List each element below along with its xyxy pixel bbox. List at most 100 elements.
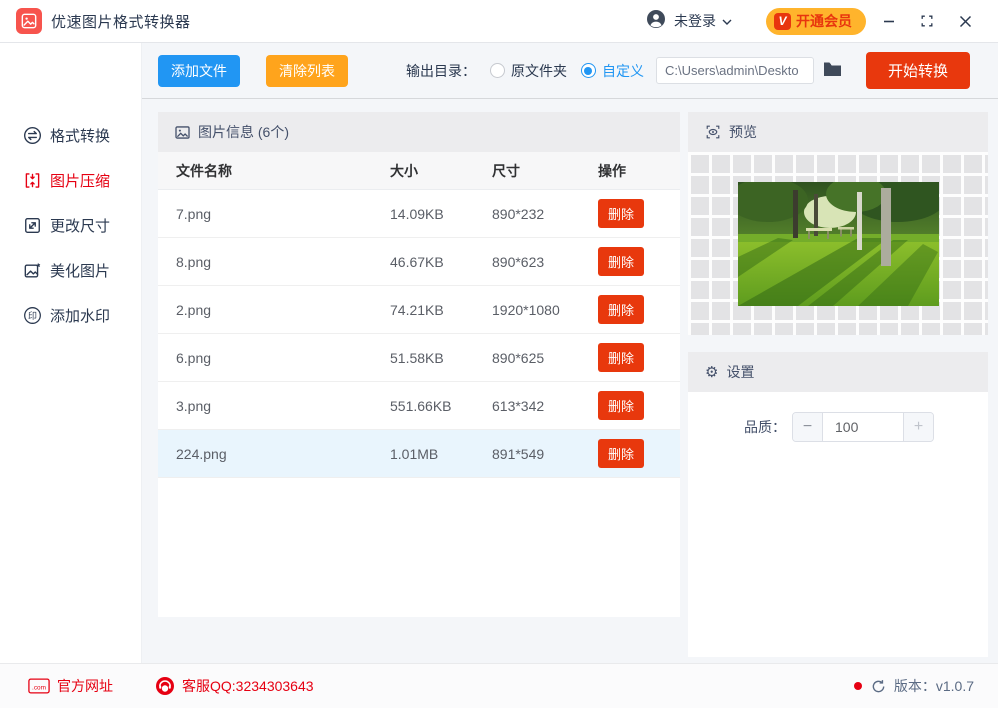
file-size-cell: 51.58KB: [390, 349, 444, 366]
file-dims-cell: 890*232: [492, 205, 545, 222]
account-menu[interactable]: 未登录: [646, 9, 732, 34]
output-path-input[interactable]: [655, 57, 814, 84]
preview-header: 预览: [688, 112, 988, 152]
quality-input[interactable]: [823, 413, 903, 441]
customer-service-label: 客服QQ:3234303643: [182, 678, 314, 694]
watermark-icon: 印: [23, 306, 42, 325]
file-name-cell: 6.png: [176, 349, 212, 366]
sidebar-item-format-convert[interactable]: 格式转换: [0, 113, 141, 158]
sidebar-item-label: 添加水印: [50, 308, 111, 325]
official-website-link[interactable]: .com 官方网址: [28, 676, 113, 696]
file-name-cell: 7.png: [176, 205, 212, 222]
table-row[interactable]: 3.png 551.66KB 613*342 删除: [158, 382, 680, 430]
vip-label: 开通会员: [796, 13, 852, 29]
sidebar-item-label: 美化图片: [50, 263, 111, 280]
add-files-button[interactable]: 添加文件: [158, 54, 240, 87]
gear-icon: ⚙: [705, 364, 719, 381]
sidebar-nav: 格式转换 图片压缩 更改尺寸 美化图片 印 添加水印: [0, 43, 142, 663]
login-status-label: 未登录: [674, 13, 716, 29]
quality-decrease-button[interactable]: −: [793, 413, 823, 441]
file-name-cell: 224.png: [176, 445, 227, 462]
maximize-button[interactable]: [912, 6, 942, 36]
quality-stepper: − +: [792, 412, 934, 442]
settings-body: 品质： − +: [688, 392, 988, 657]
clear-list-button[interactable]: 清除列表: [266, 54, 348, 87]
col-dims: 尺寸: [492, 162, 520, 179]
sidebar-item-resize[interactable]: 更改尺寸: [0, 203, 141, 248]
radio-original-label: 原文件夹: [510, 62, 567, 79]
open-vip-button[interactable]: V 开通会员: [766, 7, 866, 35]
radio-custom-folder[interactable]: 自定义: [580, 61, 644, 81]
table-row[interactable]: 2.png 74.21KB 1920*1080 删除: [158, 286, 680, 334]
delete-button[interactable]: 删除: [598, 343, 645, 372]
preview-title: 预览: [729, 124, 757, 140]
delete-button[interactable]: 删除: [598, 199, 645, 228]
user-avatar-icon: [646, 9, 666, 34]
file-size-cell: 14.09KB: [390, 205, 444, 222]
browse-folder-button[interactable]: [823, 61, 842, 80]
status-bar: .com 官方网址 客服QQ:3234303643 版本：v1.0.7: [0, 663, 998, 708]
preview-settings-panel: 预览 ⚙ 设置 品质： − 100 +: [688, 112, 988, 663]
app-title: 优速图片格式转换器: [51, 13, 191, 31]
sidebar-item-image-compress[interactable]: 图片压缩: [0, 158, 141, 203]
file-list-panel: 图片信息 (6个) 文件名称 大小 尺寸 操作 7.png 14.09KB 89…: [158, 112, 680, 663]
sidebar-item-label: 更改尺寸: [50, 218, 111, 235]
svg-text:印: 印: [28, 310, 37, 321]
preview-canvas: [688, 152, 988, 335]
resize-icon: [23, 216, 42, 235]
sidebar-item-beautify[interactable]: 美化图片: [0, 248, 141, 293]
file-dims-cell: 890*623: [492, 253, 545, 270]
col-action: 操作: [598, 162, 626, 179]
app-logo-icon: [16, 8, 42, 34]
file-list-title: 图片信息 (6个): [198, 124, 289, 140]
radio-original-folder[interactable]: 原文件夹: [489, 61, 567, 81]
delete-button[interactable]: 删除: [598, 247, 645, 276]
delete-button[interactable]: 删除: [598, 295, 645, 324]
file-name-cell: 2.png: [176, 301, 212, 318]
radio-custom-label: 自定义: [601, 62, 644, 79]
picture-icon: [175, 125, 190, 139]
radio-checked-icon: [580, 63, 596, 78]
refresh-icon[interactable]: [871, 679, 886, 694]
preview-image: [737, 181, 939, 306]
start-convert-button[interactable]: 开始转换: [865, 52, 970, 89]
quality-label: 品质：: [744, 419, 786, 435]
delete-button[interactable]: 删除: [598, 439, 645, 468]
svg-text:.com: .com: [32, 685, 46, 692]
delete-button[interactable]: 删除: [598, 391, 645, 420]
toolbar: 添加文件 清除列表 输出目录： 原文件夹 自定义 C:\Users\admin\…: [142, 43, 998, 99]
file-name-cell: 3.png: [176, 397, 212, 414]
chevron-down-icon: [722, 12, 732, 30]
customer-service-link[interactable]: 客服QQ:3234303643: [155, 676, 314, 696]
app-window: 优速图片格式转换器 未登录 V 开通会员 格式转换 图片压缩 更改尺寸 美化图片…: [0, 0, 998, 708]
title-bar: 优速图片格式转换器 未登录 V 开通会员: [0, 0, 998, 43]
settings-title: 设置: [726, 364, 755, 380]
preview-eye-icon: [705, 124, 721, 140]
compress-icon: [23, 171, 42, 190]
table-row[interactable]: 7.png 14.09KB 890*232 删除: [158, 190, 680, 238]
website-com-icon: .com: [28, 678, 50, 694]
version-label: 版本：v1.0.7: [893, 678, 974, 694]
official-website-label: 官方网址: [57, 678, 113, 694]
sidebar-item-label: 图片压缩: [50, 173, 111, 190]
settings-header: ⚙ 设置: [688, 352, 988, 392]
quality-increase-button[interactable]: +: [903, 413, 933, 441]
table-row[interactable]: 6.png 51.58KB 890*625 删除: [158, 334, 680, 382]
vip-badge-icon: V: [774, 12, 791, 30]
customer-service-icon: [155, 676, 175, 696]
close-button[interactable]: [950, 6, 980, 36]
table-row[interactable]: 8.png 46.67KB 890*623 删除: [158, 238, 680, 286]
file-size-cell: 46.67KB: [390, 253, 444, 270]
sidebar-item-label: 格式转换: [50, 128, 111, 145]
table-row[interactable]: 224.png 1.01MB 891*549 删除: [158, 430, 680, 478]
convert-icon: [23, 126, 42, 145]
file-dims-cell: 891*549: [492, 445, 545, 462]
status-dot-icon: [853, 682, 862, 690]
minimize-button[interactable]: [874, 6, 904, 36]
file-size-cell: 74.21KB: [390, 301, 444, 318]
col-size: 大小: [390, 162, 418, 179]
beautify-icon: [23, 261, 42, 280]
file-dims-cell: 613*342: [492, 397, 545, 414]
sidebar-item-watermark[interactable]: 印 添加水印: [0, 293, 141, 338]
file-size-cell: 551.66KB: [390, 397, 452, 414]
